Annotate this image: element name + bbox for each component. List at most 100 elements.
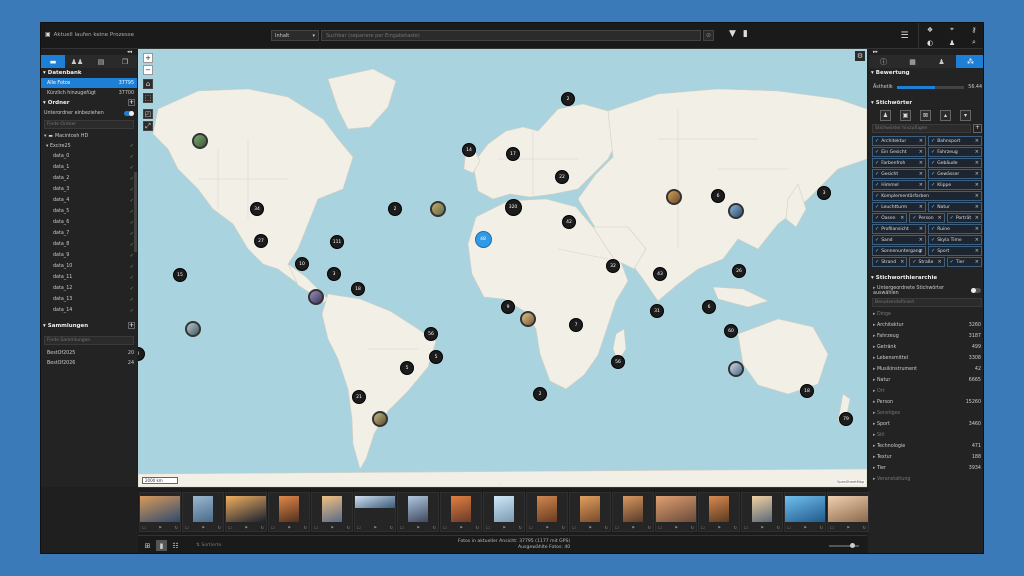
select-box-icon[interactable]: ☐: [744, 525, 748, 530]
select-box-icon[interactable]: ☐: [486, 525, 490, 530]
cluster-marker[interactable]: 42: [562, 215, 576, 229]
folder-item[interactable]: data_11 ✓: [41, 272, 137, 283]
flag-icon[interactable]: ⚑: [459, 525, 463, 530]
hierarchy-section[interactable]: ▾ Stichworthierarchie: [869, 273, 983, 283]
hierarchy-item[interactable]: Textur188: [869, 452, 983, 463]
left-scrollbar[interactable]: [134, 172, 137, 252]
flag-icon[interactable]: ⚑: [674, 525, 678, 530]
select-box-icon[interactable]: ☐: [142, 525, 146, 530]
filmstrip-thumbnail[interactable]: ☐ ⚑ ↻: [698, 492, 740, 532]
frame-icon[interactable]: ▣: [900, 110, 911, 121]
flag-icon[interactable]: ⚑: [330, 525, 334, 530]
rotate-icon[interactable]: ↻: [304, 525, 307, 530]
subordinate-toggle[interactable]: [971, 288, 981, 293]
map-pin-icon[interactable]: ⌖: [941, 23, 963, 36]
cluster-marker[interactable]: 34: [250, 202, 264, 216]
cluster-marker[interactable]: 31: [650, 304, 664, 318]
filmstrip-thumbnail[interactable]: ☐ ⚑ ↻: [397, 492, 439, 532]
collection-item[interactable]: BestOf2025 20: [41, 348, 137, 358]
keyword-chip[interactable]: ✓ Gesicht ×: [872, 169, 926, 179]
remove-icon[interactable]: ×: [900, 215, 904, 221]
cluster-marker[interactable]: 15: [173, 268, 187, 282]
cluster-marker[interactable]: 17: [506, 147, 520, 161]
cluster-marker[interactable]: 14: [462, 143, 476, 157]
select-box-icon[interactable]: ☐: [357, 525, 361, 530]
cluster-marker[interactable]: 32: [606, 259, 620, 273]
remove-icon[interactable]: ×: [975, 237, 979, 243]
db-item-all-photos[interactable]: Alle Fotos 37795: [41, 78, 137, 88]
hierarchy-item[interactable]: Technologie471: [869, 441, 983, 452]
keyword-chip[interactable]: ✓ Fahrzeug ×: [928, 147, 982, 157]
flag-icon[interactable]: ⚑: [803, 525, 807, 530]
keyword-chip[interactable]: ✓ Gewässer ×: [928, 169, 982, 179]
photo-thumbnail-marker[interactable]: [185, 321, 201, 337]
flag-icon[interactable]: ⚑: [287, 525, 291, 530]
thumbnail-size-slider[interactable]: [829, 543, 859, 548]
search-input[interactable]: [321, 30, 701, 41]
remove-icon[interactable]: ×: [975, 171, 979, 177]
flag-icon[interactable]: ⚑: [717, 525, 721, 530]
selected-cluster-marker[interactable]: 48: [474, 230, 492, 248]
rating-section[interactable]: ▾ Bewertung: [869, 68, 983, 78]
folder-item[interactable]: data_3 ✓: [41, 184, 137, 195]
map-settings-icon[interactable]: ⚙: [855, 51, 865, 61]
database-section[interactable]: ▾ Datenbank: [41, 68, 137, 78]
cluster-marker[interactable]: 21: [352, 390, 366, 404]
filmstrip-thumbnail[interactable]: ☐ ⚑ ↻: [139, 492, 181, 532]
upload-icon[interactable]: ▴: [940, 110, 951, 121]
cluster-marker[interactable]: 7: [569, 318, 583, 332]
hierarchy-item[interactable]: Sonstiges: [869, 408, 983, 419]
add-keyword-button[interactable]: +: [973, 124, 982, 133]
folder-parent[interactable]: ▾ Excire25 ✓: [41, 141, 137, 151]
remove-icon[interactable]: ×: [937, 259, 941, 265]
hierarchy-item[interactable]: Natur6665: [869, 375, 983, 386]
checklist-icon[interactable]: ☷: [170, 540, 181, 551]
flag-icon[interactable]: ⚑: [201, 525, 205, 530]
color-icon[interactable]: ◐: [919, 36, 941, 49]
folder-item[interactable]: data_7 ✓: [41, 228, 137, 239]
remove-icon[interactable]: ×: [900, 259, 904, 265]
select-box-icon[interactable]: ☐: [228, 525, 232, 530]
remove-icon[interactable]: ×: [975, 149, 979, 155]
remove-icon[interactable]: ×: [919, 160, 923, 166]
flag-icon[interactable]: ⚑: [244, 525, 248, 530]
select-box-icon[interactable]: ☐: [443, 525, 447, 530]
search-icon[interactable]: ⌕: [963, 36, 983, 49]
rotate-icon[interactable]: ↻: [605, 525, 608, 530]
keyword-chip[interactable]: ✓ Sonnenuntergang ×: [872, 246, 926, 256]
remove-icon[interactable]: ×: [975, 226, 979, 232]
zoom-out-button[interactable]: −: [143, 65, 153, 75]
select-box-icon[interactable]: ☐: [572, 525, 576, 530]
hierarchy-search-input[interactable]: Benutzerdefiniert: [872, 298, 982, 307]
remove-icon[interactable]: ×: [919, 248, 923, 254]
keyword-chip[interactable]: ✓ Porträt ×: [946, 213, 982, 223]
cluster-marker[interactable]: 2: [388, 202, 402, 216]
filter-icon[interactable]: ▼: [729, 29, 736, 39]
filmstrip-thumbnail[interactable]: ☐ ⚑ ↻: [741, 492, 783, 532]
flag-icon[interactable]: ⚑: [502, 525, 506, 530]
folder-item[interactable]: data_14 ✓: [41, 305, 137, 316]
keyword-input[interactable]: Stichwörter hinzufügen: [872, 124, 971, 133]
cluster-marker[interactable]: 27: [254, 234, 268, 248]
map-view-icon[interactable]: ▮: [156, 540, 167, 551]
photo-thumbnail-marker[interactable]: [430, 201, 446, 217]
photo-thumbnail-marker[interactable]: [666, 189, 682, 205]
keyword-chip[interactable]: ✓ Straße ×: [909, 257, 945, 267]
chevron-up-icon[interactable]: ⌃: [498, 483, 502, 489]
keyword-chip[interactable]: ✓ Skyla Time ×: [928, 235, 982, 245]
filmstrip-thumbnail[interactable]: ☐ ⚑ ↻: [569, 492, 611, 532]
rotate-icon[interactable]: ↻: [476, 525, 479, 530]
zoom-in-button[interactable]: +: [143, 53, 153, 63]
rotate-icon[interactable]: ↻: [863, 525, 866, 530]
keyword-chip[interactable]: ✓ Architektur ×: [872, 136, 926, 146]
cluster-marker[interactable]: 60: [724, 324, 738, 338]
folder-item[interactable]: data_10 ✓: [41, 261, 137, 272]
keyword-chip[interactable]: ✓ Farbenfroh ×: [872, 158, 926, 168]
people-icon[interactable]: ♟: [941, 36, 963, 49]
cluster-marker[interactable]: 56: [424, 327, 438, 341]
folder-item[interactable]: data_5 ✓: [41, 206, 137, 217]
keyword-chip[interactable]: ✓ Bahnsport ×: [928, 136, 982, 146]
add-folder-button[interactable]: +: [128, 99, 135, 106]
tab-documents[interactable]: ▤: [89, 55, 113, 68]
cluster-marker[interactable]: 3: [817, 186, 831, 200]
